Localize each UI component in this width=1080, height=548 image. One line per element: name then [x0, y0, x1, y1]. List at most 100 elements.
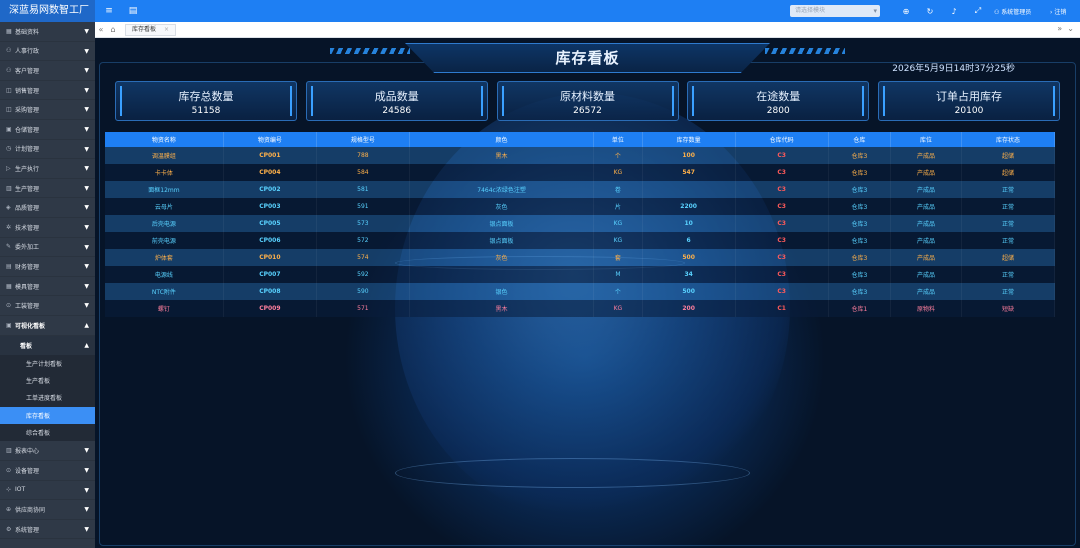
module-search-select[interactable]: 请选择模块	[790, 5, 880, 17]
column-header[interactable]: 仓库	[828, 132, 892, 147]
table-cell: 34	[642, 266, 736, 283]
sidebar-item-hr[interactable]: ⚇ 人事行政 ▼	[0, 42, 95, 62]
stat-label: 在途数量	[756, 90, 801, 103]
sidebar-item-outsourcing[interactable]: ✎ 委外加工 ▼	[0, 238, 95, 258]
column-header[interactable]: 单位	[593, 132, 643, 147]
sidebar-item-warehouse[interactable]: ▣ 仓储管理 ▼	[0, 120, 95, 140]
sidebar-item-iot[interactable]: ⊹ IOT ▼	[0, 481, 95, 501]
table-cell: 仓库3	[828, 283, 892, 300]
tab-inventory-board[interactable]: 库存看板 ×	[125, 23, 177, 36]
table-cell: 仓库3	[828, 198, 892, 215]
sidebar-item-production[interactable]: ▥ 生产管理 ▼	[0, 179, 95, 199]
table-row[interactable]: 后壳电源 CP005 573 银点面板 KG 10 C3 仓库3 产成品 正常	[105, 215, 1056, 232]
column-header[interactable]: 库存数量	[642, 132, 736, 147]
stat-card-order-allocated: 订单占用库存 20100	[878, 81, 1060, 121]
chevron-down-icon: ▼	[84, 125, 89, 133]
table-cell	[409, 266, 595, 283]
sidebar-item-label: 人事行政	[15, 48, 40, 56]
table-cell: 黑木	[409, 147, 595, 164]
chevron-down-icon[interactable]: ⌄	[1067, 24, 1074, 33]
sidebar-leaf-inventory-board[interactable]: 库存看板	[0, 406, 95, 425]
inventory-table: 物资名称 物资编号 规格型号 颜色 单位 库存数量 仓库代码 仓库 库位 库存状…	[105, 132, 1056, 317]
layout-icon[interactable]: ▤	[123, 6, 143, 16]
sidebar-item-molds[interactable]: ▦ 模具管理 ▼	[0, 277, 95, 297]
column-header[interactable]: 颜色	[409, 132, 595, 147]
menu-icon[interactable]: ≡	[99, 6, 119, 16]
sidebar-item-equipment[interactable]: ⊙ 设备管理 ▼	[0, 461, 95, 481]
table-cell: 调温膜组	[105, 147, 224, 164]
table-row[interactable]: 螺钉 CP009 571 黑木 KG 200 C1 仓库1 原物料 短缺	[105, 300, 1056, 317]
person-icon: ⚇	[6, 47, 12, 55]
sidebar-item-finance[interactable]: ▤ 财务管理 ▼	[0, 257, 95, 277]
sidebar-item-tech[interactable]: ✲ 技术管理 ▼	[0, 218, 95, 238]
box-icon: ▦	[6, 282, 12, 290]
sidebar-leaf-workorder-board[interactable]: 工单进度看板	[0, 389, 95, 407]
home-icon[interactable]: ⌂	[107, 25, 119, 34]
table-cell: 黑木	[409, 300, 595, 317]
close-icon[interactable]: ×	[164, 26, 169, 33]
sidebar-item-label: 基础资料	[15, 28, 40, 36]
table-row[interactable]: NTC附件 CP008 590 银色个 500 C3 仓库3 产成品 正常	[105, 283, 1056, 300]
column-header[interactable]: 规格型号	[316, 132, 410, 147]
table-row[interactable]: 炉体套 CP010 574 灰色套 500 C3 仓库3 产成品 超储	[105, 249, 1056, 266]
sidebar-item-supplier[interactable]: ⊕ 供应商协同 ▼	[0, 500, 95, 520]
sidebar-leaf-production-board[interactable]: 生产看板	[0, 371, 95, 390]
table-cell: 500	[642, 249, 736, 266]
table-cell: 卡卡体	[105, 164, 224, 181]
table-cell: 产成品	[890, 164, 962, 181]
logout-button[interactable]: › 注销	[1050, 7, 1080, 16]
chevron-down-icon: ▼	[84, 243, 89, 251]
sidebar-item-basic-data[interactable]: ▦ 基础资料 ▼	[0, 22, 95, 42]
table-cell: 螺钉	[105, 300, 224, 317]
stat-card-in-transit: 在途数量 2800	[687, 81, 870, 121]
table-row[interactable]: 云母片 CP003 591 灰色片 2200 C3 仓库3 产成品 正常	[105, 198, 1056, 215]
bell-icon[interactable]: ♪	[942, 7, 966, 16]
globe-icon[interactable]: ⊕	[894, 7, 918, 16]
user-menu[interactable]: ⚇ 系统管理员	[994, 7, 1050, 16]
table-row[interactable]: 电源线 CP007 592 M 34 C3 仓库3 产成品 正常	[105, 266, 1056, 283]
table-row[interactable]: 前壳电源 CP006 572 银点面板 KG 6 C3 仓库3 产成品 正常	[105, 232, 1056, 249]
sidebar-group-boards[interactable]: 看板 ▲	[0, 335, 95, 355]
sidebar-item-quality[interactable]: ◈ 品质管理 ▼	[0, 198, 95, 218]
column-header[interactable]: 库位	[890, 132, 962, 147]
sidebar-item-system[interactable]: ⚙ 系统管理 ▼	[0, 520, 95, 540]
sidebar-item-production-exec[interactable]: ▷ 生产执行 ▼	[0, 159, 95, 179]
table-cell: C3	[735, 215, 829, 232]
sidebar-leaf-overview-board[interactable]: 综合看板	[0, 424, 95, 442]
sidebar-item-customers[interactable]: ⚇ 客户管理 ▼	[0, 61, 95, 81]
table-row[interactable]: 调温膜组 CP001 788 黑木个 100 C3 仓库3 产成品 超储	[105, 147, 1056, 164]
sidebar-item-visual-boards[interactable]: ▣ 可视化看板 ▲	[0, 316, 95, 336]
column-header[interactable]: 物资编号	[223, 132, 317, 147]
sidebar-item-purchasing[interactable]: ◫ 采购管理 ▼	[0, 100, 95, 120]
column-header[interactable]: 仓库代码	[735, 132, 829, 147]
sidebar-item-sales[interactable]: ◫ 销售管理 ▼	[0, 81, 95, 101]
table-cell: 个	[593, 147, 643, 164]
chevron-down-icon: ▼	[84, 302, 89, 310]
chevron-down-icon: ▼	[84, 263, 89, 271]
stat-card-total-stock: 库存总数量 51158	[115, 81, 297, 121]
table-cell: 200	[642, 300, 736, 317]
sidebar-item-reports[interactable]: ▥ 报表中心 ▼	[0, 441, 95, 462]
chevron-down-icon: ▼	[84, 204, 89, 212]
fullscreen-icon[interactable]: ⤢	[966, 6, 990, 16]
column-header[interactable]: 物资名称	[105, 132, 224, 147]
double-chevron-left-icon[interactable]: «	[95, 25, 107, 34]
sidebar-item-label: 系统管理	[15, 526, 40, 534]
column-header[interactable]: 库存状态	[961, 132, 1056, 147]
table-cell: 2200	[642, 198, 736, 215]
sidebar-item-fixtures[interactable]: ⊙ 工装管理 ▼	[0, 296, 95, 316]
table-cell: 产成品	[890, 147, 962, 164]
table-cell: KG	[593, 232, 643, 249]
dashboard-title: 库存看板	[555, 49, 620, 67]
table-row[interactable]: 面框12mm CP002 581 7464c浓绿色注塑卷 C3 仓库3 产成品 正常	[105, 181, 1056, 198]
table-cell: CP008	[223, 283, 317, 300]
double-chevron-right-icon[interactable]: »	[1057, 24, 1062, 33]
sidebar-item-planning[interactable]: ◷ 计划管理 ▼	[0, 140, 95, 160]
table-row[interactable]: 卡卡体 CP004 584 KG 547 C3 仓库3 产成品 超储	[105, 164, 1056, 181]
refresh-icon[interactable]: ↻	[918, 7, 942, 16]
sidebar-leaf-plan-board[interactable]: 生产计划看板	[0, 354, 95, 372]
table-cell: M	[593, 266, 643, 283]
table-cell	[409, 164, 595, 181]
table-cell: 正常	[961, 283, 1056, 300]
table-cell: C3	[735, 164, 829, 181]
